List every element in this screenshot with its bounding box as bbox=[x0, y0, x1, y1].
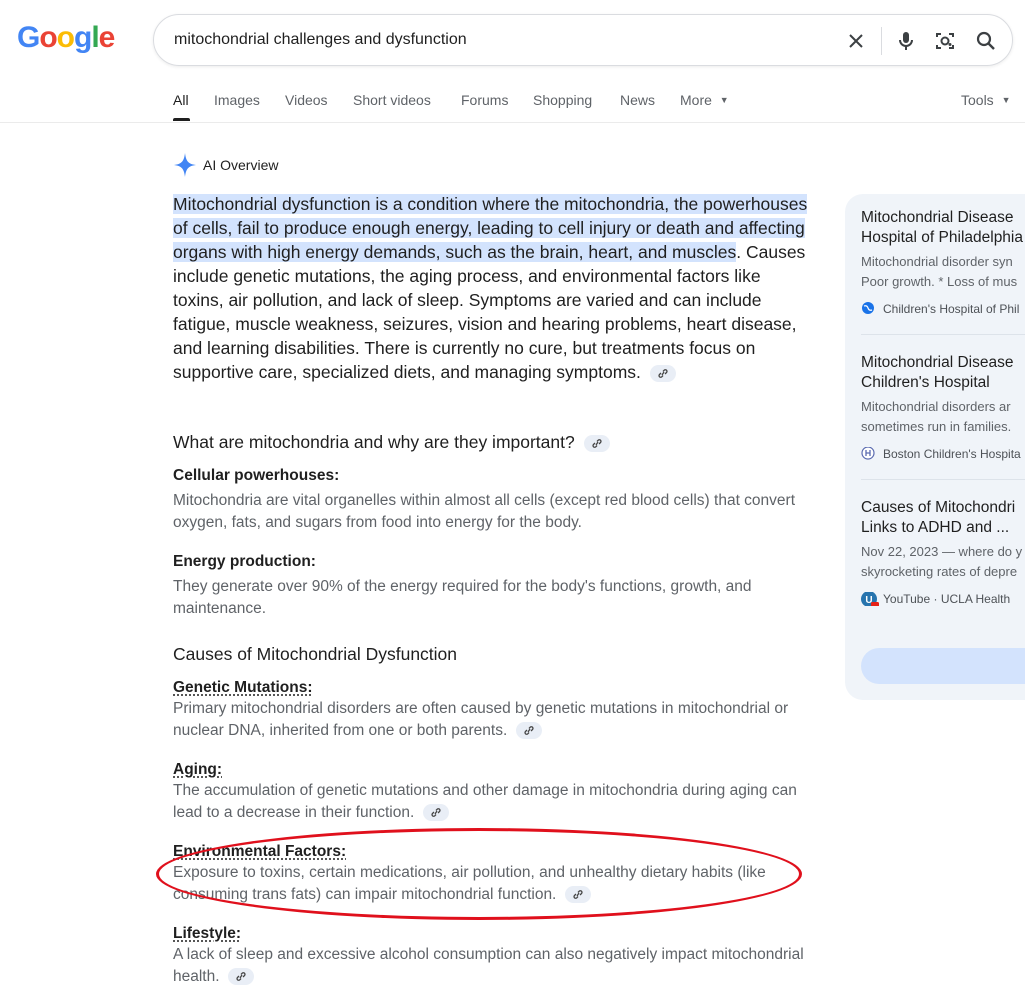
citation-link-button[interactable] bbox=[583, 434, 610, 452]
source-site: Children's Hospital of Phil bbox=[861, 302, 1025, 316]
globe-icon bbox=[862, 302, 874, 314]
tools-label: Tools bbox=[961, 92, 994, 108]
section-heading: Causes of Mitochondrial Dysfunction bbox=[173, 644, 458, 664]
source-card[interactable]: Causes of Mitochondri Links to ADHD and … bbox=[861, 498, 1025, 606]
search-icon[interactable] bbox=[974, 29, 998, 53]
source-site-name: Children's Hospital of Phil bbox=[883, 302, 1020, 316]
source-site: Boston Children's Hospita bbox=[861, 447, 1025, 461]
logo-letter: l bbox=[91, 21, 99, 54]
hospital-logo-icon bbox=[861, 447, 875, 460]
source-title: Links to ADHD and ... bbox=[861, 519, 1010, 536]
search-tabs: All Images Videos Short videos Forums Sh… bbox=[0, 82, 1025, 123]
tools-button[interactable]: Tools ▼ bbox=[961, 92, 1011, 108]
item-text-body: The accumulation of genetic mutations an… bbox=[173, 782, 797, 821]
summary-text: . Causes include genetic mutations, the … bbox=[173, 242, 806, 382]
ucla-youtube-icon: U bbox=[861, 592, 879, 606]
logo-letter: o bbox=[56, 21, 75, 54]
caret-down-icon: ▼ bbox=[719, 95, 729, 105]
item-text: Mitochondria are vital organelles within… bbox=[173, 492, 796, 531]
tab-more[interactable]: More ▼ bbox=[680, 92, 729, 108]
source-snippet: skyrocketing rates of depre bbox=[861, 564, 1018, 579]
source-title: Hospital of Philadelphia bbox=[861, 229, 1023, 246]
active-tab-indicator bbox=[173, 118, 190, 121]
item-text: They generate over 90% of the energy req… bbox=[173, 578, 752, 617]
source-snippet: Mitochondrial disorder syn bbox=[861, 254, 1013, 269]
citation-link-button[interactable] bbox=[515, 722, 542, 740]
item-text-body: Primary mitochondrial disorders are ofte… bbox=[173, 700, 789, 739]
link-icon bbox=[524, 726, 534, 736]
caret-down-icon: ▼ bbox=[1001, 95, 1011, 105]
section-heading-text: What are mitochondria and why are they i… bbox=[173, 432, 575, 452]
source-site: U YouTube · UCLA Health bbox=[861, 592, 1025, 606]
item-title: Cellular powerhouses: bbox=[173, 467, 340, 484]
citation-link-button[interactable] bbox=[422, 804, 449, 822]
source-snippet: Poor growth. * Loss of mus bbox=[861, 274, 1018, 289]
divider bbox=[861, 334, 1025, 335]
sources-panel: Mitochondrial Disease Hospital of Philad… bbox=[845, 194, 1025, 700]
summary-highlight: Mitochondrial dysfunction is a condition… bbox=[173, 194, 808, 262]
tab-shopping[interactable]: Shopping bbox=[533, 92, 592, 108]
ai-overview-summary: Mitochondrial dysfunction is a condition… bbox=[173, 192, 813, 384]
item-text: Primary mitochondrial disorders are ofte… bbox=[173, 698, 813, 742]
tab-images[interactable]: Images bbox=[214, 92, 260, 108]
source-snippet: sometimes run in families. bbox=[861, 419, 1012, 434]
divider bbox=[861, 479, 1025, 480]
sparkle-icon bbox=[174, 153, 196, 177]
item-title[interactable]: Lifestyle: bbox=[173, 925, 241, 943]
logo-letter: o bbox=[39, 21, 57, 54]
source-site-name: Boston Children's Hospita bbox=[883, 447, 1021, 461]
source-snippet: Nov 22, 2023 — where do y bbox=[861, 544, 1023, 559]
source-title: Mitochondrial Disease bbox=[861, 354, 1014, 371]
source-card[interactable]: Mitochondrial Disease Hospital of Philad… bbox=[861, 208, 1025, 316]
item-text: A lack of sleep and excessive alcohol co… bbox=[173, 944, 813, 988]
section-heading: What are mitochondria and why are they i… bbox=[173, 432, 610, 453]
camera-lens-icon[interactable] bbox=[933, 29, 957, 53]
source-card[interactable]: Mitochondrial Disease Children's Hospita… bbox=[861, 353, 1025, 461]
item-title[interactable]: Aging: bbox=[173, 761, 222, 779]
item-text-body: A lack of sleep and excessive alcohol co… bbox=[173, 946, 804, 985]
citation-link-button[interactable] bbox=[227, 968, 254, 986]
item-title: Energy production: bbox=[173, 553, 316, 570]
source-title: Children's Hospital bbox=[861, 374, 990, 391]
search-box[interactable]: mitochondrial challenges and dysfunction bbox=[153, 14, 1013, 66]
search-input[interactable]: mitochondrial challenges and dysfunction bbox=[174, 31, 467, 49]
source-site-name: YouTube · UCLA Health bbox=[883, 592, 1011, 606]
tab-forums[interactable]: Forums bbox=[461, 92, 508, 108]
logo-letter: e bbox=[98, 21, 116, 54]
item-title[interactable]: Genetic Mutations: bbox=[173, 679, 313, 697]
link-icon bbox=[592, 438, 602, 448]
citation-link-button[interactable] bbox=[649, 364, 676, 382]
tab-videos[interactable]: Videos bbox=[285, 92, 328, 108]
show-all-sources-button[interactable] bbox=[861, 648, 1025, 684]
google-logo[interactable]: Google bbox=[17, 21, 116, 55]
source-title: Causes of Mitochondri bbox=[861, 499, 1016, 516]
ai-overview-label: AI Overview bbox=[203, 157, 279, 173]
logo-letter: g bbox=[74, 21, 92, 54]
search-divider bbox=[881, 27, 882, 55]
item-text: The accumulation of genetic mutations an… bbox=[173, 780, 813, 824]
microphone-icon[interactable] bbox=[894, 29, 918, 53]
link-icon bbox=[658, 368, 668, 378]
logo-letter: G bbox=[17, 21, 40, 54]
link-icon bbox=[236, 972, 246, 982]
red-annotation-ellipse bbox=[156, 828, 802, 920]
source-snippet: Mitochondrial disorders ar bbox=[861, 399, 1011, 414]
clear-icon[interactable] bbox=[844, 29, 868, 53]
source-title: Mitochondrial Disease bbox=[861, 209, 1014, 226]
link-icon bbox=[430, 808, 441, 818]
tab-news[interactable]: News bbox=[620, 92, 655, 108]
tab-short-videos[interactable]: Short videos bbox=[353, 92, 431, 108]
tab-all[interactable]: All bbox=[173, 92, 189, 108]
tab-more-label: More bbox=[680, 92, 712, 108]
